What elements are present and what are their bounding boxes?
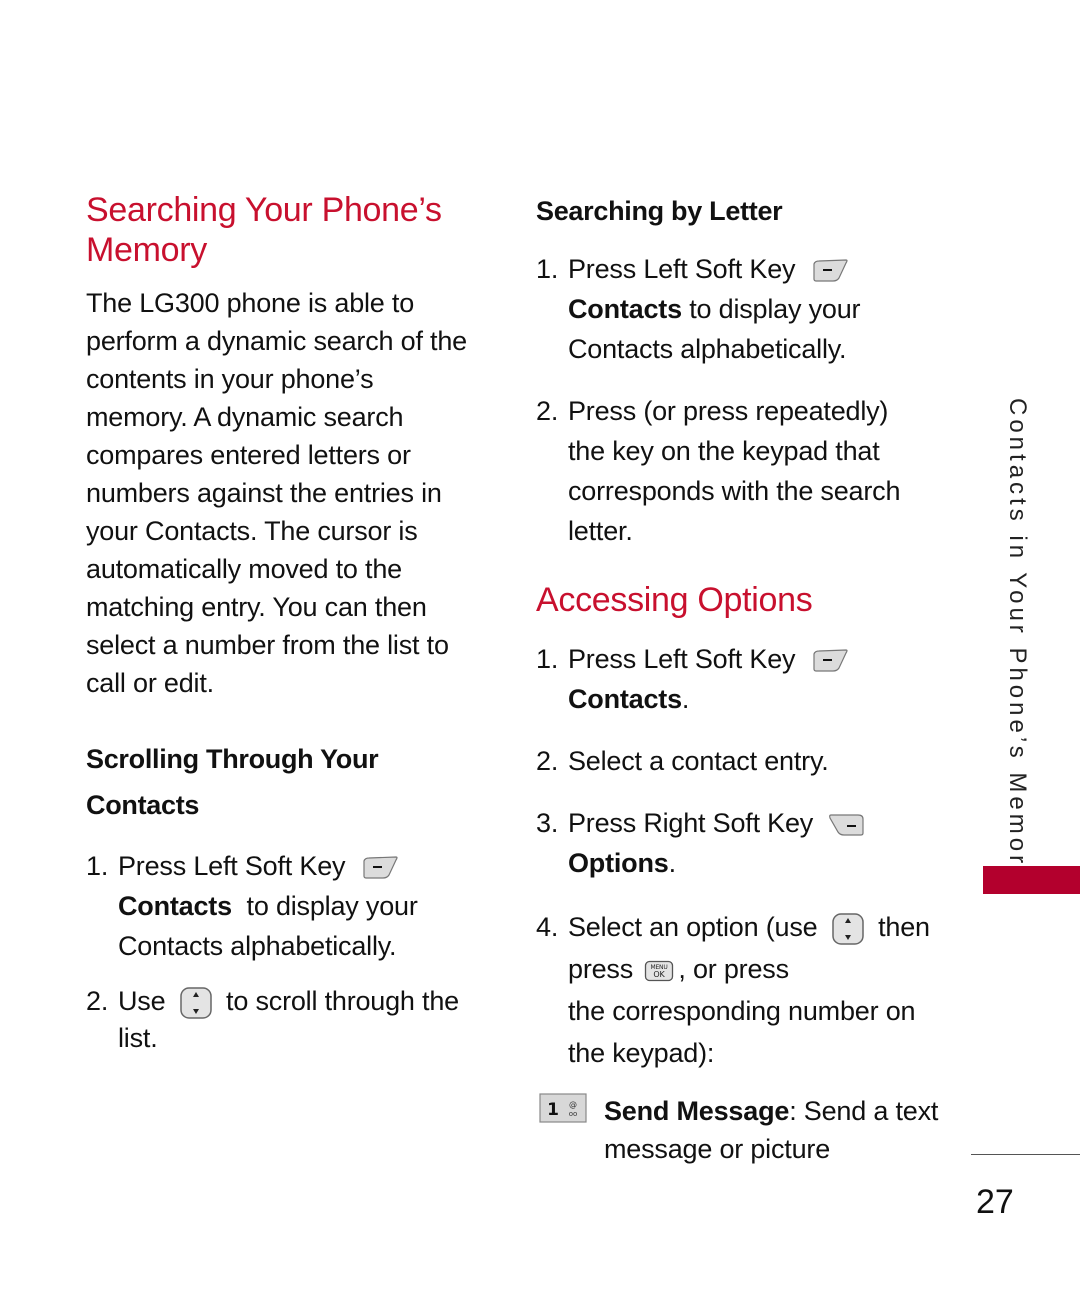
intro-line: compares entered letters or (86, 440, 411, 470)
left-soft-key-icon (813, 259, 848, 282)
chapter-tab-marker (983, 866, 1080, 894)
step-text: Select an option (use (568, 912, 818, 942)
step-text: press (568, 954, 634, 984)
step-text: Press (or press repeatedly) (568, 396, 889, 426)
step-text: the keypad): (568, 1038, 715, 1068)
step-number: 1. (86, 851, 109, 881)
menu-ok-key-icon: MENU OK (645, 960, 674, 982)
step-bold-text: Options (568, 848, 669, 878)
option-name: Send Message (604, 1096, 790, 1126)
intro-line: automatically moved to the (86, 554, 402, 584)
options-step-2: 2. Select a contact entry. (536, 741, 936, 781)
letter-step-1: 1. Press Left Soft Key Contacts to displ… (536, 249, 936, 369)
options-step-4: 4. Select an option (use then press MENU… (536, 906, 956, 1074)
step-text: letter. (568, 516, 633, 546)
step-text: . (681, 684, 690, 714)
step-text: Press Right Soft Key (568, 808, 814, 838)
section-title: Accessing Options (536, 581, 813, 619)
intro-line: call or edit. (86, 668, 214, 698)
step-text: Select a contact entry. (568, 746, 829, 776)
step-text: to display your (231, 891, 418, 921)
step-text: Contacts alphabetically. (118, 931, 397, 961)
step-text: Press Left Soft Key (568, 644, 796, 674)
step-text: Use (118, 986, 166, 1016)
page-number: 27 (976, 1183, 1014, 1221)
footer-divider (971, 1154, 1080, 1155)
options-step-1: 1. Press Left Soft Key Contacts. (536, 639, 936, 719)
step-text: to display your (681, 294, 861, 324)
nav-key-icon (179, 987, 212, 1019)
nav-key-icon (832, 913, 864, 945)
searching-by-letter-heading: Searching by Letter (536, 188, 783, 234)
intro-paragraph: The LG300 phone is able to perform a dyn… (86, 284, 486, 702)
key-1-icon: 1 @ oo (539, 1093, 587, 1123)
step-text: Press Left Soft Key (118, 851, 346, 881)
accessing-options-title: Accessing Options (536, 580, 813, 620)
subheading-line2: Contacts (86, 790, 200, 820)
intro-line: your Contacts. The cursor is (86, 516, 418, 546)
svg-text:OK: OK (654, 970, 666, 979)
scroll-step-1: 1. Press Left Soft Key Contacts to displ… (86, 846, 486, 966)
option-description: : Send a text (789, 1096, 939, 1126)
step-number: 1. (536, 644, 559, 674)
chapter-label: Contacts in Your Phone’s Memory (1004, 398, 1031, 884)
letter-step-2: 2. Press (or press repeatedly) the key o… (536, 391, 936, 551)
option-description: message or picture (604, 1134, 831, 1164)
step-bold-text: Contacts (568, 684, 682, 714)
step-number: 3. (536, 808, 559, 838)
intro-line: contents in your phone’s (86, 364, 374, 394)
step-bold-text: Contacts (118, 891, 232, 921)
scroll-step-2: 2. Use to scroll through the list. (86, 983, 506, 1056)
step-text: list. (118, 1022, 158, 1053)
intro-text: The LG300 phone is able to perform a dyn… (86, 284, 486, 702)
svg-text:@: @ (569, 1100, 577, 1109)
step-bold-text: Contacts (568, 294, 682, 324)
page-title-line2: Memory (86, 231, 207, 269)
option-key-1: 1 @ oo (539, 1093, 587, 1123)
step-number: 2. (86, 986, 109, 1016)
step-text: corresponds with the search (568, 476, 901, 506)
step-text: to scroll through the (226, 986, 459, 1016)
right-soft-key-icon (829, 814, 865, 836)
step-text: . (668, 848, 677, 878)
step-text: , or press (678, 954, 789, 984)
step-text: the corresponding number on (568, 996, 916, 1026)
step-number: 1. (536, 254, 559, 284)
intro-line: matching entry. You can then (86, 592, 427, 622)
step-text: Contacts alphabetically. (568, 334, 847, 364)
step-text: then (878, 912, 930, 942)
left-soft-key-icon (363, 856, 398, 879)
step-number: 4. (536, 912, 559, 942)
svg-text:oo: oo (569, 1110, 578, 1118)
subheading: Searching by Letter (536, 196, 783, 226)
key-label: 1 (547, 1100, 559, 1120)
step-text: the key on the keypad that (568, 436, 880, 466)
left-column: Searching Your Phone’s Memory (86, 190, 442, 270)
step-text: Press Left Soft Key (568, 254, 796, 284)
intro-line: memory. A dynamic search (86, 402, 404, 432)
intro-line: numbers against the entries in (86, 478, 442, 508)
scrolling-subheading: Scrolling Through Your Contacts (86, 736, 379, 828)
step-number: 2. (536, 746, 559, 776)
intro-line: The LG300 phone is able to (86, 288, 415, 318)
option-send-message: Send Message: Send a text message or pic… (604, 1092, 964, 1168)
left-soft-key-icon (813, 649, 848, 672)
intro-line: perform a dynamic search of the (86, 326, 467, 356)
intro-line: select a number from the list to (86, 630, 449, 660)
options-step-3: 3. Press Right Soft Key Options. (536, 803, 936, 883)
subheading-line1: Scrolling Through Your (86, 744, 379, 774)
step-number: 2. (536, 396, 559, 426)
page-title: Searching Your Phone’s Memory (86, 190, 442, 270)
page-title-line1: Searching Your Phone’s (86, 191, 442, 229)
